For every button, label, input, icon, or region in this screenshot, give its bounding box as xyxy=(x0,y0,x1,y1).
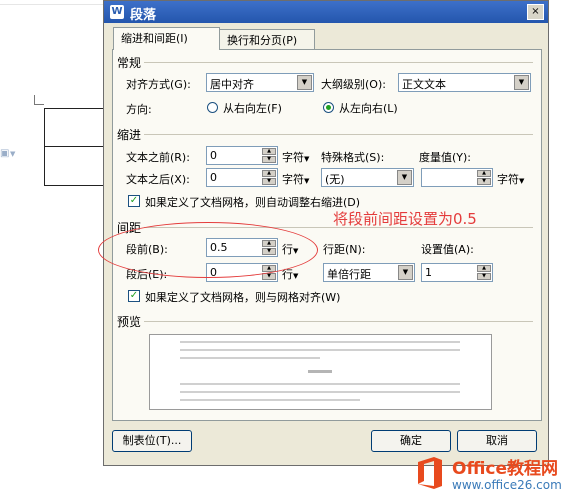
indent-after-unit[interactable]: 字符▼ xyxy=(282,171,309,187)
tab-indent-spacing[interactable]: 缩进和间距(I) xyxy=(113,27,220,50)
special-format-label: 特殊格式(S): xyxy=(321,151,385,164)
tab-stops-button[interactable]: 制表位(T)... xyxy=(112,430,192,452)
special-format-value: (无) xyxy=(325,173,345,186)
preview-header: 预览 xyxy=(117,313,145,330)
table-handle-icon[interactable]: ▣ xyxy=(0,148,9,159)
office-logo-icon xyxy=(418,457,442,489)
indent-before-unit[interactable]: 字符▼ xyxy=(282,149,309,165)
indent-before-value: 0 xyxy=(210,149,217,162)
close-button[interactable]: × xyxy=(527,4,544,20)
preview-line xyxy=(180,349,460,351)
watermark-title: Office教程网 xyxy=(452,459,559,479)
ltr-label[interactable]: 从左向右(L) xyxy=(339,100,398,116)
direction-label: 方向: xyxy=(126,103,152,116)
highlight-ellipse xyxy=(98,222,318,278)
title-bar[interactable]: W 段落 × xyxy=(104,1,548,23)
outline-level-label: 大纲级别(O): xyxy=(321,78,386,91)
dropdown-arrow-icon[interactable]: ▼ xyxy=(297,75,312,90)
spin-down-icon[interactable]: ▼ xyxy=(477,273,491,280)
spin-up-icon[interactable]: ▲ xyxy=(477,170,491,177)
dropdown-arrow-icon[interactable]: ▼ xyxy=(514,75,529,90)
special-format-select[interactable]: (无) ▼ xyxy=(321,168,414,187)
line-spacing-label: 行距(N): xyxy=(323,243,366,256)
ok-button[interactable]: 确定 xyxy=(371,430,451,452)
spin-down-icon[interactable]: ▼ xyxy=(262,178,276,185)
measure-unit[interactable]: 字符▼ xyxy=(497,171,524,187)
dialog-title: 段落 xyxy=(130,8,157,23)
ltr-radio[interactable] xyxy=(323,102,334,113)
annotation-text: 将段前间距设置为0.5 xyxy=(333,210,477,228)
measure-label: 度量值(Y): xyxy=(419,151,472,164)
rtl-label[interactable]: 从右向左(F) xyxy=(223,100,282,116)
preview-line xyxy=(180,391,460,393)
indent-header: 缩进 xyxy=(117,126,145,143)
alignment-label: 对齐方式(G): xyxy=(126,78,191,91)
document-table[interactable] xyxy=(44,108,106,186)
rtl-radio[interactable] xyxy=(207,102,218,113)
indent-after-label: 文本之后(X): xyxy=(126,173,190,186)
indent-before-spinner[interactable]: 0 ▲ ▼ xyxy=(206,146,278,165)
indent-before-label: 文本之前(R): xyxy=(126,151,190,164)
document-ruler xyxy=(0,4,104,5)
spin-up-icon[interactable]: ▲ xyxy=(477,265,491,272)
indent-divider xyxy=(143,134,533,135)
spin-down-icon[interactable]: ▼ xyxy=(477,178,491,185)
general-divider xyxy=(143,62,533,63)
dropdown-arrow-icon[interactable]: ▼ xyxy=(398,265,413,280)
cancel-button[interactable]: 取消 xyxy=(457,430,537,452)
preview-sample-text xyxy=(308,370,332,373)
indent-after-value: 0 xyxy=(210,171,217,184)
setting-value-spinner[interactable]: 1 ▲ ▼ xyxy=(421,263,493,282)
preview-divider xyxy=(143,321,533,322)
general-header: 常规 xyxy=(117,54,145,71)
table-row-divider xyxy=(45,146,105,147)
watermark-url: www.office26.com xyxy=(452,478,562,492)
alignment-value: 居中对齐 xyxy=(210,78,254,91)
spin-up-icon[interactable]: ▲ xyxy=(262,148,276,155)
snap-to-grid-checkbox[interactable]: ✓ xyxy=(128,290,140,302)
preview-line xyxy=(180,341,460,343)
preview-line xyxy=(180,383,460,385)
preview-line xyxy=(180,399,360,401)
setting-value: 1 xyxy=(425,266,432,279)
snap-to-grid-label[interactable]: 如果定义了文档网格，则与网格对齐(W) xyxy=(145,289,340,305)
alignment-select[interactable]: 居中对齐 ▼ xyxy=(206,73,314,92)
spin-down-icon[interactable]: ▼ xyxy=(262,156,276,163)
chevron-down-icon[interactable]: ▼ xyxy=(10,150,15,158)
office26-watermark: Office教程网 www.office26.com xyxy=(412,452,570,501)
line-spacing-select[interactable]: 单倍行距 ▼ xyxy=(323,263,415,282)
indent-after-spinner[interactable]: 0 ▲ ▼ xyxy=(206,168,278,187)
paragraph-corner-mark xyxy=(34,95,44,105)
auto-adjust-indent-checkbox[interactable]: ✓ xyxy=(128,195,140,207)
outline-level-value: 正文文本 xyxy=(402,78,446,91)
spin-up-icon[interactable]: ▲ xyxy=(262,170,276,177)
preview-line xyxy=(180,357,320,359)
auto-adjust-indent-label[interactable]: 如果定义了文档网格，则自动调整右缩进(D) xyxy=(145,194,360,210)
dropdown-arrow-icon[interactable]: ▼ xyxy=(397,170,412,185)
measure-spinner[interactable]: ▲ ▼ xyxy=(421,168,493,187)
wps-writer-icon: W xyxy=(110,5,124,19)
preview-box xyxy=(149,334,492,410)
tab-line-page-breaks[interactable]: 换行和分页(P) xyxy=(219,29,315,49)
line-spacing-value: 单倍行距 xyxy=(327,268,371,281)
setting-value-label: 设置值(A): xyxy=(421,243,474,256)
outline-level-select[interactable]: 正文文本 ▼ xyxy=(398,73,531,92)
